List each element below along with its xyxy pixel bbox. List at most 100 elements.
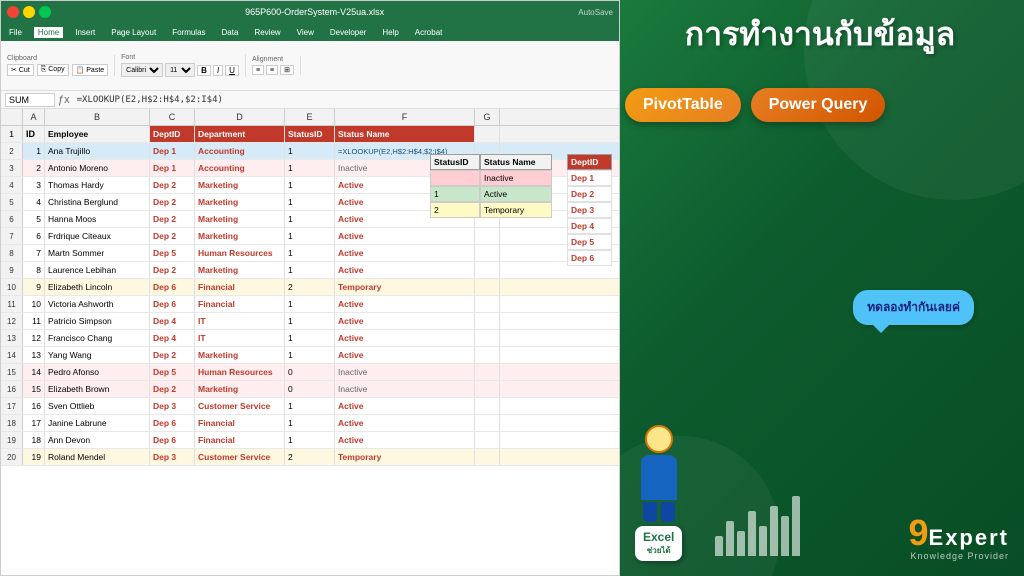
cell-deptid[interactable]: Dep 4 (150, 313, 195, 329)
cell-department[interactable]: Marketing (195, 194, 285, 210)
cell-employee[interactable]: Sven Ottlieb (45, 398, 150, 414)
cell-department[interactable]: IT (195, 313, 285, 329)
cell-employee[interactable]: Hanna Moos (45, 211, 150, 227)
cell-department[interactable]: Financial (195, 432, 285, 448)
cell-statusid[interactable]: 1 (285, 330, 335, 346)
col-header-d[interactable]: D (195, 109, 285, 125)
cell-deptid[interactable]: Dep 2 (150, 262, 195, 278)
italic-button[interactable]: I (213, 65, 223, 76)
dept-cell[interactable]: Dep 5 (567, 234, 612, 250)
cell-statusid[interactable]: 1 (285, 398, 335, 414)
lookup-cell-statusname-inactive[interactable]: Inactive (480, 170, 552, 186)
cell-statusname[interactable]: Active (335, 296, 475, 312)
cell-statusname[interactable]: Inactive (335, 381, 475, 397)
ribbon-tab-pagelayout[interactable]: Page Layout (107, 27, 160, 38)
cell-employee[interactable]: Janine Labrune (45, 415, 150, 431)
dept-cell[interactable]: Dep 1 (567, 170, 612, 186)
cell-employee[interactable]: Antonio Moreno (45, 160, 150, 176)
cell-statusname[interactable]: Temporary (335, 449, 475, 465)
header-statusid[interactable]: StatusID (285, 126, 335, 142)
dept-cell[interactable]: Dep 2 (567, 186, 612, 202)
cell-id[interactable]: 2 (23, 160, 45, 176)
cell-statusname[interactable]: Active (335, 432, 475, 448)
cell-statusid[interactable]: 1 (285, 228, 335, 244)
cell-statusid[interactable]: 1 (285, 143, 335, 159)
cell-statusid[interactable]: 1 (285, 245, 335, 261)
cell-statusname[interactable]: Active (335, 398, 475, 414)
cut-button[interactable]: ✂ Cut (7, 64, 34, 76)
cell-statusid[interactable]: 1 (285, 415, 335, 431)
cell-department[interactable]: Financial (195, 279, 285, 295)
lookup-cell-statusname-active[interactable]: Active (480, 186, 552, 202)
name-box-input[interactable] (5, 93, 55, 107)
cell-id[interactable]: 11 (23, 313, 45, 329)
col-header-f[interactable]: F (335, 109, 475, 125)
cell-employee[interactable]: Francisco Chang (45, 330, 150, 346)
col-header-a[interactable]: A (23, 109, 45, 125)
cell-department[interactable]: Customer Service (195, 449, 285, 465)
dept-cell[interactable]: Dep 3 (567, 202, 612, 218)
dept-cell[interactable]: Dep 4 (567, 218, 612, 234)
cell-id[interactable]: 12 (23, 330, 45, 346)
cell-statusname[interactable]: Active (335, 415, 475, 431)
lookup-cell-statusid-active[interactable]: 1 (430, 186, 480, 202)
cell-statusid[interactable]: 1 (285, 211, 335, 227)
cell-statusid[interactable]: 1 (285, 262, 335, 278)
cell-id[interactable]: 5 (23, 211, 45, 227)
cell-department[interactable]: Marketing (195, 211, 285, 227)
cell-statusname[interactable]: Active (335, 228, 475, 244)
cell-id[interactable]: 18 (23, 432, 45, 448)
cell-department[interactable]: Human Resources (195, 245, 285, 261)
cell-deptid[interactable]: Dep 6 (150, 279, 195, 295)
bold-button[interactable]: B (197, 65, 211, 76)
cell-deptid[interactable]: Dep 2 (150, 211, 195, 227)
cell-id[interactable]: 1 (23, 143, 45, 159)
cell-statusid[interactable]: 1 (285, 296, 335, 312)
lookup-cell-statusid-inactive[interactable] (430, 170, 480, 186)
col-header-e[interactable]: E (285, 109, 335, 125)
ribbon-tab-home[interactable]: Home (34, 27, 63, 38)
power-query-badge[interactable]: Power Query (751, 88, 886, 122)
min-btn[interactable] (23, 6, 35, 18)
cell-department[interactable]: Accounting (195, 143, 285, 159)
cell-deptid[interactable]: Dep 1 (150, 160, 195, 176)
col-header-g[interactable]: G (475, 109, 500, 125)
cell-statusid[interactable]: 0 (285, 381, 335, 397)
cell-department[interactable]: Customer Service (195, 398, 285, 414)
ribbon-tab-acrobat[interactable]: Acrobat (411, 27, 447, 38)
cell-employee[interactable]: Martn Sommer (45, 245, 150, 261)
ribbon-tab-help[interactable]: Help (378, 27, 402, 38)
cell-statusname[interactable]: Active (335, 347, 475, 363)
cell-deptid[interactable]: Dep 5 (150, 364, 195, 380)
cell-department[interactable]: Marketing (195, 177, 285, 193)
close-btn[interactable] (7, 6, 19, 18)
align-center-button[interactable]: ≡ (266, 65, 278, 75)
cell-employee[interactable]: Ana Trujillo (45, 143, 150, 159)
header-deptid[interactable]: DeptID (150, 126, 195, 142)
font-size-select[interactable]: 11 (165, 63, 195, 77)
cell-id[interactable]: 14 (23, 364, 45, 380)
ribbon-tab-insert[interactable]: Insert (71, 27, 99, 38)
cell-id[interactable]: 19 (23, 449, 45, 465)
cell-employee[interactable]: Roland Mendel (45, 449, 150, 465)
header-statusname[interactable]: Status Name (335, 126, 475, 142)
cell-department[interactable]: Marketing (195, 262, 285, 278)
cell-department[interactable]: Financial (195, 415, 285, 431)
cell-statusid[interactable]: 2 (285, 449, 335, 465)
cell-deptid[interactable]: Dep 5 (150, 245, 195, 261)
cell-employee[interactable]: Patricio Simpson (45, 313, 150, 329)
merge-button[interactable]: ⊞ (280, 65, 294, 75)
cell-deptid[interactable]: Dep 6 (150, 296, 195, 312)
cell-statusid[interactable]: 0 (285, 364, 335, 380)
header-department[interactable]: Department (195, 126, 285, 142)
ribbon-tab-review[interactable]: Review (250, 27, 284, 38)
cell-deptid[interactable]: Dep 2 (150, 194, 195, 210)
cell-id[interactable]: 16 (23, 398, 45, 414)
font-family-select[interactable]: Calibri (121, 63, 163, 77)
cell-employee[interactable]: Elizabeth Lincoln (45, 279, 150, 295)
cell-department[interactable]: IT (195, 330, 285, 346)
cell-statusname[interactable]: Temporary (335, 279, 475, 295)
cell-statusid[interactable]: 1 (285, 347, 335, 363)
cell-statusid[interactable]: 1 (285, 313, 335, 329)
cell-employee[interactable]: Elizabeth Brown (45, 381, 150, 397)
